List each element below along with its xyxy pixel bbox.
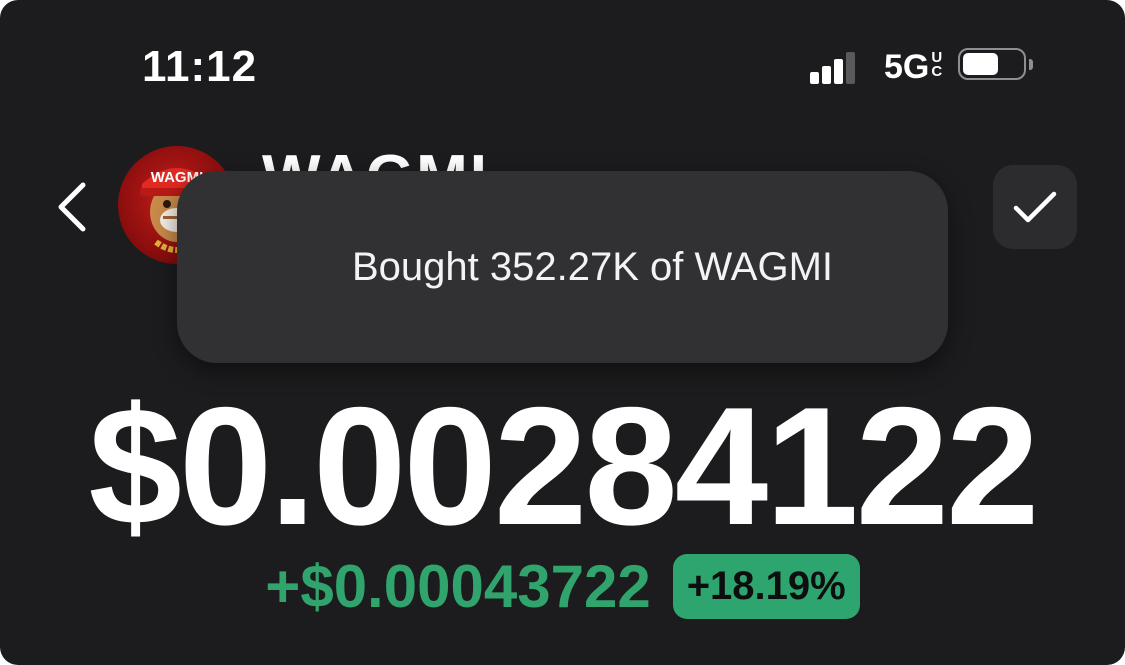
signal-icon (810, 52, 856, 84)
battery-icon (958, 48, 1033, 84)
price-change-row: +$0.00043722 +18.19% (0, 552, 1125, 621)
chevron-left-icon (58, 182, 86, 232)
app-screen: 11:12 5G U C WAGMI Bought 352.27K of WAG… (0, 0, 1125, 665)
done-button[interactable] (993, 165, 1077, 249)
checkmark-icon (1013, 191, 1057, 223)
purchase-toast: Bought 352.27K of WAGMI (177, 171, 948, 363)
price-change-percent-badge: +18.19% (672, 554, 860, 619)
network-label: 5G (884, 48, 930, 86)
back-button[interactable] (44, 172, 100, 242)
toast-message: Bought 352.27K of WAGMI (352, 244, 833, 289)
network-sub-label: U C (931, 49, 943, 80)
status-time: 11:12 (142, 42, 258, 91)
network-indicator: 5G U C (884, 48, 942, 87)
token-price: $0.00284122 (88, 372, 1039, 560)
price-change-amount: +$0.00043722 (265, 553, 651, 620)
